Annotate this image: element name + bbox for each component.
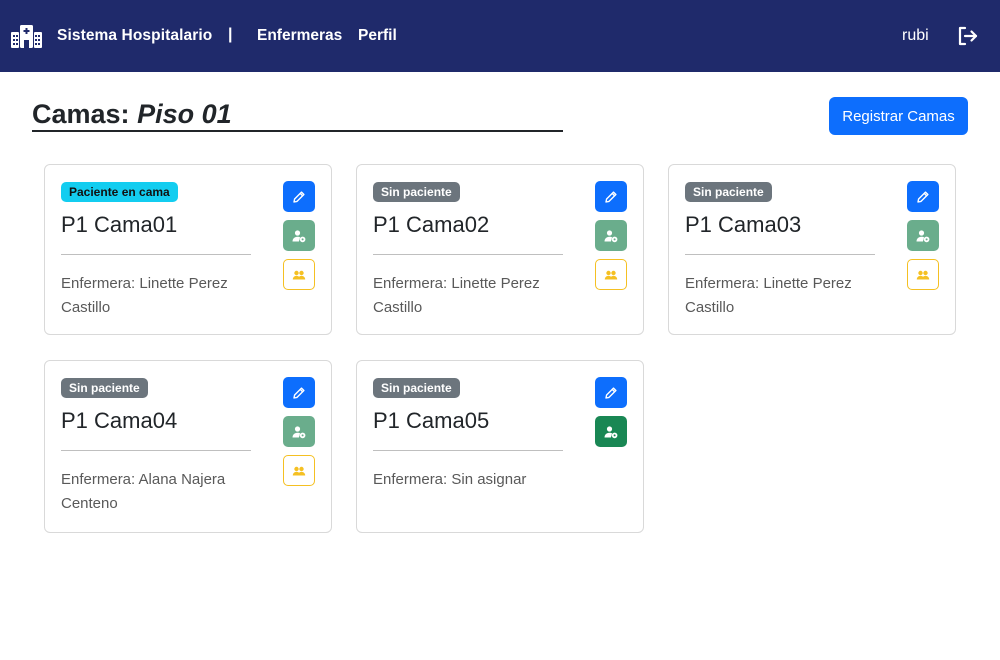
nurse-label: Enfermera: Linette Perez Castillo bbox=[373, 275, 540, 316]
assign-patient-button[interactable] bbox=[595, 220, 627, 251]
card-divider bbox=[373, 254, 563, 255]
bed-name: P1 Cama01 bbox=[61, 212, 178, 237]
floor-name: Piso 01 bbox=[137, 99, 232, 129]
nav-link-perfil[interactable]: Perfil bbox=[358, 27, 397, 45]
username-label: rubi bbox=[902, 27, 929, 44]
nurse-label: Enfermera: Linette Perez Castillo bbox=[61, 275, 228, 316]
assign-nurse-button[interactable] bbox=[283, 455, 315, 486]
users-icon bbox=[292, 466, 306, 475]
edit-bed-button[interactable] bbox=[595, 377, 627, 408]
status-badge: Paciente en cama bbox=[61, 182, 178, 202]
users-icon bbox=[292, 270, 306, 279]
nurse-label: Enfermera: Linette Perez Castillo bbox=[685, 275, 852, 316]
user-gear-icon bbox=[916, 229, 930, 242]
bed-name: P1 Cama05 bbox=[373, 408, 490, 433]
assign-nurse-button[interactable] bbox=[595, 259, 627, 290]
nurse-label: Enfermera: Sin asignar bbox=[373, 471, 527, 488]
card-divider bbox=[61, 254, 251, 255]
hospital-icon[interactable] bbox=[11, 23, 42, 48]
card-divider bbox=[61, 450, 251, 451]
edit-bed-button[interactable] bbox=[907, 181, 939, 212]
pencil-icon bbox=[605, 386, 617, 399]
nurse-label: Enfermera: Alana Najera Centeno bbox=[61, 471, 226, 512]
assign-patient-button[interactable] bbox=[283, 416, 315, 447]
bed-card: Sin paciente P1 Cama02 Enfermera: Linett… bbox=[356, 164, 644, 335]
page-title: Camas: Piso 01 bbox=[32, 97, 232, 131]
card-divider bbox=[373, 450, 563, 451]
assign-nurse-button[interactable] bbox=[907, 259, 939, 290]
bed-card: Sin paciente P1 Cama04 Enfermera: Alana … bbox=[44, 360, 332, 533]
register-beds-button[interactable]: Registrar Camas bbox=[829, 97, 968, 135]
logout-icon[interactable] bbox=[957, 26, 978, 46]
card-divider bbox=[685, 254, 875, 255]
bed-card: Paciente en cama P1 Cama01 Enfermera: Li… bbox=[44, 164, 332, 335]
assign-patient-button[interactable] bbox=[283, 220, 315, 251]
bed-name: P1 Cama03 bbox=[685, 212, 802, 237]
user-gear-icon bbox=[604, 425, 618, 438]
assign-nurse-button[interactable] bbox=[283, 259, 315, 290]
title-underline bbox=[32, 130, 563, 132]
users-icon bbox=[604, 270, 618, 279]
status-badge: Sin paciente bbox=[685, 182, 772, 202]
nav-separator: | bbox=[228, 26, 233, 43]
brand-title[interactable]: Sistema Hospitalario bbox=[57, 27, 212, 45]
user-gear-icon bbox=[604, 229, 618, 242]
edit-bed-button[interactable] bbox=[283, 377, 315, 408]
bed-card: Sin paciente P1 Cama05 Enfermera: Sin as… bbox=[356, 360, 644, 533]
assign-patient-button[interactable] bbox=[595, 416, 627, 447]
status-badge: Sin paciente bbox=[373, 182, 460, 202]
users-icon bbox=[916, 270, 930, 279]
user-gear-icon bbox=[292, 425, 306, 438]
page-title-prefix: Camas: bbox=[32, 99, 130, 129]
nav-link-enfermeras[interactable]: Enfermeras bbox=[257, 27, 342, 45]
pencil-icon bbox=[293, 386, 305, 399]
assign-patient-button[interactable] bbox=[907, 220, 939, 251]
pencil-icon bbox=[605, 190, 617, 203]
bed-name: P1 Cama02 bbox=[373, 212, 490, 237]
edit-bed-button[interactable] bbox=[595, 181, 627, 212]
pencil-icon bbox=[293, 190, 305, 203]
status-badge: Sin paciente bbox=[373, 378, 460, 398]
pencil-icon bbox=[917, 190, 929, 203]
top-navbar: Sistema Hospitalario | Enfermeras Perfil… bbox=[0, 0, 1000, 72]
user-gear-icon bbox=[292, 229, 306, 242]
edit-bed-button[interactable] bbox=[283, 181, 315, 212]
bed-card: Sin paciente P1 Cama03 Enfermera: Linett… bbox=[668, 164, 956, 335]
status-badge: Sin paciente bbox=[61, 378, 148, 398]
bed-name: P1 Cama04 bbox=[61, 408, 178, 433]
